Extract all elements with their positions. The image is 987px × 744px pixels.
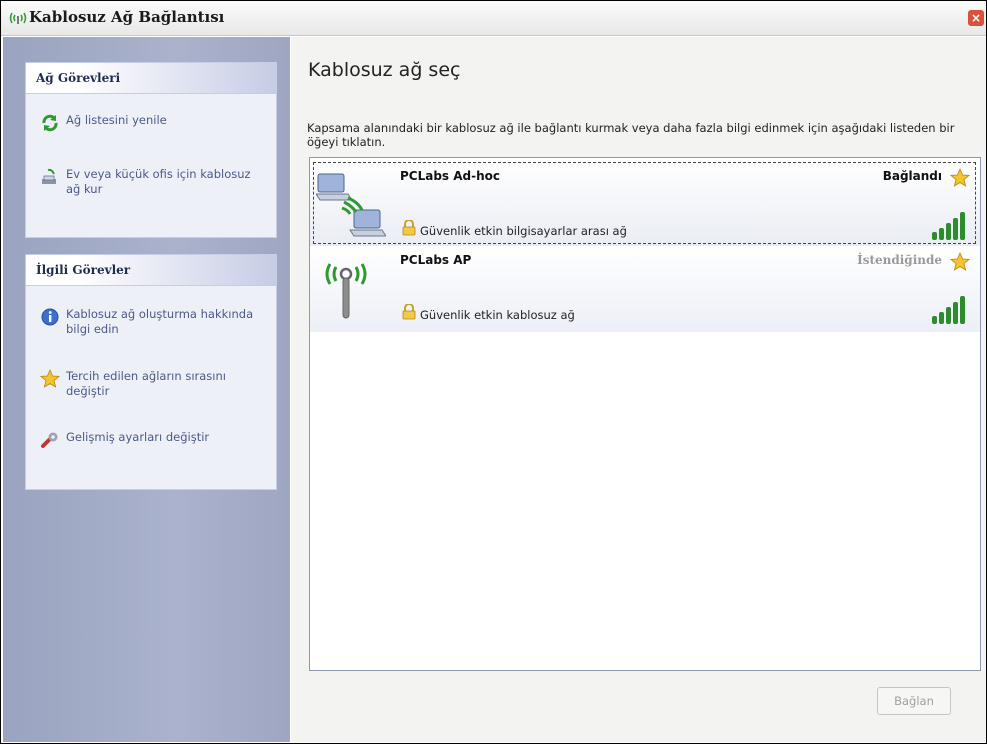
change-advanced-settings-link[interactable]: Gelişmiş ayarları değiştir	[40, 430, 256, 450]
signal-strength-icon	[932, 294, 972, 324]
close-button[interactable]: ×	[968, 10, 984, 26]
task-sidebar: Ağ Görevleri Ağ listesini yenile Ev veya…	[3, 37, 290, 742]
setup-network-icon	[40, 167, 60, 187]
task-label: Ev veya küçük ofis için kablosuz ağ kur	[66, 167, 251, 196]
wireless-connection-window: Kablosuz Ağ Bağlantısı × Ağ Görevleri Ağ…	[0, 0, 987, 744]
related-tasks-panel: İlgili Görevler Kablosuz ağ oluşturma ha…	[25, 254, 277, 490]
network-tasks-panel: Ağ Görevleri Ağ listesini yenile Ev veya…	[25, 62, 277, 238]
refresh-network-list-link[interactable]: Ağ listesini yenile	[40, 113, 256, 133]
network-list[interactable]: PCLabs Ad-hoc Bağlandı Güvenlik etkin bi…	[309, 157, 981, 671]
preferred-star-icon	[949, 167, 971, 188]
network-item[interactable]: PCLabs AP İstendiğinde Güvenlik etkin ka…	[310, 246, 980, 332]
advanced-settings-icon	[40, 430, 60, 450]
window-title: Kablosuz Ağ Bağlantısı	[29, 8, 225, 26]
task-label: Ağ listesini yenile	[66, 113, 167, 127]
network-status: Bağlandı	[882, 169, 942, 183]
network-tasks-heading: Ağ Görevleri	[26, 63, 276, 94]
main-content: Kablosuz ağ seç Kapsama alanındaki bir k…	[291, 37, 986, 742]
lock-icon	[402, 219, 416, 236]
network-name: PCLabs AP	[400, 253, 472, 267]
lock-icon	[402, 303, 416, 320]
change-preferred-order-link[interactable]: Tercih edilen ağların sırasını değiştir	[39, 368, 256, 399]
preferred-star-icon	[949, 251, 971, 272]
signal-strength-icon	[932, 210, 972, 240]
title-bar: Kablosuz Ağ Bağlantısı ×	[1, 1, 986, 36]
task-label: Tercih edilen ağların sırasını değiştir	[66, 369, 226, 398]
task-label: Gelişmiş ayarları değiştir	[66, 430, 210, 444]
network-name: PCLabs Ad-hoc	[400, 169, 501, 183]
task-label: Kablosuz ağ oluşturma hakkında bilgi edi…	[66, 307, 254, 336]
security-text: Güvenlik etkin kablosuz ağ	[420, 308, 575, 322]
security-text: Güvenlik etkin bilgisayarlar arası ağ	[420, 224, 627, 238]
refresh-icon	[40, 113, 60, 133]
info-icon	[40, 307, 60, 327]
access-point-icon	[316, 252, 386, 324]
related-tasks-heading: İlgili Görevler	[26, 255, 276, 286]
star-icon	[39, 368, 61, 389]
instructions-text: Kapsama alanındaki bir kablosuz ağ ile b…	[307, 121, 955, 149]
network-item[interactable]: PCLabs Ad-hoc Bağlandı Güvenlik etkin bi…	[310, 162, 980, 248]
page-title: Kablosuz ağ seç	[308, 59, 461, 81]
connect-button[interactable]: Bağlan	[877, 687, 951, 715]
network-status: İstendiğinde	[857, 253, 942, 267]
wireless-icon	[9, 10, 27, 29]
learn-wireless-link[interactable]: Kablosuz ağ oluşturma hakkında bilgi edi…	[40, 307, 256, 337]
setup-home-network-link[interactable]: Ev veya küçük ofis için kablosuz ağ kur	[40, 167, 256, 197]
ad-hoc-network-icon	[315, 168, 387, 240]
